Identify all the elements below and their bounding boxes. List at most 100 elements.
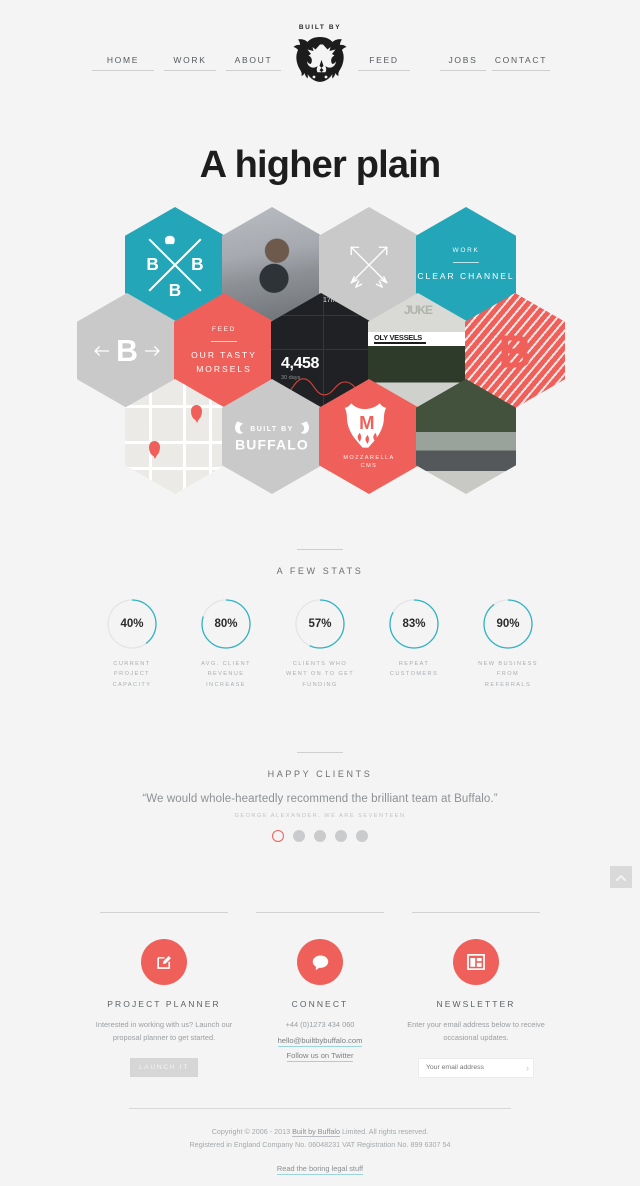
footer-cards: PROJECT PLANNER Interested in working wi… bbox=[0, 912, 640, 1078]
speech-bubble-icon[interactable] bbox=[297, 939, 343, 986]
stats-section: A FEW STATS 40% CURRENT PROJECT CAPACITY 8… bbox=[0, 549, 640, 690]
footer-divider bbox=[129, 1107, 511, 1109]
connect-email-link[interactable]: hello@builtbybuffalo.com bbox=[277, 1036, 363, 1047]
legal-link[interactable]: Read the boring legal stuff bbox=[276, 1164, 364, 1175]
main-navigation: HOME WORK ABOUT FEED JOBS CONTACT bbox=[0, 55, 640, 77]
svg-text:M: M bbox=[359, 412, 374, 433]
card-title: NEWSLETTER bbox=[436, 999, 516, 1010]
footer-card-newsletter: NEWSLETTER Enter your email address belo… bbox=[398, 912, 554, 1078]
copyright-line-1: Copyright © 2006 - 2013 Built by Buffalo… bbox=[0, 1125, 640, 1138]
card-body: Enter your email address below to receiv… bbox=[407, 1020, 545, 1042]
carousel-dot[interactable] bbox=[272, 830, 284, 843]
carousel-dot[interactable] bbox=[356, 830, 368, 843]
newsletter-form: › bbox=[418, 1057, 534, 1078]
hex-title-line2: CMS bbox=[360, 463, 378, 469]
mozzarella-crest-icon: M bbox=[344, 403, 387, 448]
stats-row: 40% CURRENT PROJECT CAPACITY 80% AVG. CLIEN… bbox=[0, 598, 640, 690]
built-by-label: BUILT BY bbox=[298, 24, 342, 31]
stat-ring: 90% bbox=[482, 598, 534, 650]
stat-item: 83% REPEAT CUSTOMERS bbox=[379, 598, 449, 690]
stat-value: 90% bbox=[496, 618, 520, 630]
svg-text:B: B bbox=[116, 335, 138, 368]
stat-item: 90% NEW BUSINESS FROM REFERRALS bbox=[473, 598, 543, 690]
stat-item: 57% CLIENTS WHO WENT ON TO GET FUNDING bbox=[285, 598, 355, 690]
svg-text:BUFFALO: BUFFALO bbox=[235, 436, 309, 452]
newsletter-email-input[interactable] bbox=[419, 1064, 522, 1072]
carousel-dot[interactable] bbox=[293, 830, 305, 843]
carousel-dots bbox=[0, 830, 640, 843]
stat-value: 83% bbox=[402, 618, 426, 630]
stat-item: 40% CURRENT PROJECT CAPACITY bbox=[97, 598, 167, 690]
hexagon-portfolio-grid: B B B WORK CLEAR CHANNEL B FEED OUR TAST… bbox=[0, 207, 640, 507]
card-divider bbox=[256, 912, 384, 914]
card-title: PROJECT PLANNER bbox=[107, 999, 221, 1010]
stat-label: CLIENTS WHO WENT ON TO GET FUNDING bbox=[285, 661, 355, 688]
stat-ring: 80% bbox=[200, 598, 252, 650]
hex-divider bbox=[211, 341, 237, 343]
map-pin-icon bbox=[191, 405, 202, 420]
footer-card-project-planner: PROJECT PLANNER Interested in working wi… bbox=[86, 912, 242, 1078]
scroll-to-top-button[interactable] bbox=[610, 866, 632, 888]
svg-text:B: B bbox=[146, 254, 158, 274]
card-body: Interested in working with us? Launch ou… bbox=[95, 1020, 233, 1042]
copyright-post: Limited. All rights reserved. bbox=[339, 1126, 429, 1136]
site-header: BUILT BY HOME WORK ABOUT FEED JOBS CONTA… bbox=[0, 0, 640, 118]
map-pin-icon bbox=[149, 441, 160, 456]
card-divider bbox=[412, 912, 540, 914]
nav-item-home[interactable]: HOME bbox=[92, 55, 154, 71]
launch-it-button[interactable]: LAUNCH IT bbox=[130, 1057, 198, 1077]
hex-title-line1: MOZZARELLA bbox=[343, 455, 395, 462]
stat-value: 57% bbox=[308, 618, 332, 630]
stat-ring: 57% bbox=[294, 598, 346, 650]
nav-item-about[interactable]: ABOUT bbox=[226, 55, 281, 71]
hex-title: OUR TASTY MORSELS bbox=[191, 350, 257, 374]
stat-label: NEW BUSINESS FROM REFERRALS bbox=[478, 661, 538, 688]
stat-label: AVG. CLIENT REVENUE INCREASE bbox=[201, 661, 251, 688]
carousel-dot[interactable] bbox=[335, 830, 347, 843]
carousel-dot[interactable] bbox=[314, 830, 326, 843]
connect-phone: +44 (0)1273 434 060 bbox=[285, 1020, 355, 1030]
page-title: A higher plain bbox=[199, 144, 442, 186]
testimonial-section: HAPPY CLIENTS “We would whole-heartedly … bbox=[0, 752, 640, 843]
hex-eyebrow: FEED bbox=[211, 326, 237, 334]
hex-eyebrow: WORK bbox=[452, 246, 480, 254]
footer-card-connect: CONNECT +44 (0)1273 434 060 hello@builtb… bbox=[242, 912, 398, 1078]
section-divider bbox=[297, 752, 343, 754]
buffalo-horns-icon: BUILT BY BUFFALO bbox=[235, 420, 309, 452]
svg-text:B: B bbox=[191, 254, 203, 274]
crossed-arrows-icon bbox=[350, 246, 388, 288]
newsletter-submit-button[interactable]: › bbox=[522, 1063, 533, 1073]
stat-ring: 83% bbox=[388, 598, 440, 650]
stat-label: REPEAT CUSTOMERS bbox=[389, 661, 439, 678]
testimonial-quote: “We would whole-heartedly recommend the … bbox=[142, 793, 498, 806]
layout-grid-icon[interactable] bbox=[453, 939, 499, 986]
stat-value: 80% bbox=[214, 618, 238, 630]
connect-twitter-link[interactable]: Follow us on Twitter bbox=[286, 1051, 354, 1062]
card-divider bbox=[100, 912, 228, 914]
nav-item-jobs[interactable]: JOBS bbox=[440, 55, 486, 71]
stat-ring: 40% bbox=[106, 598, 158, 650]
nav-item-feed[interactable]: FEED bbox=[358, 55, 410, 71]
card-title: CONNECT bbox=[291, 999, 349, 1010]
stat-value: 40% bbox=[120, 618, 144, 630]
svg-text:BUILT BY: BUILT BY bbox=[250, 426, 293, 433]
svg-text:B: B bbox=[169, 279, 181, 299]
nav-item-contact[interactable]: CONTACT bbox=[492, 55, 550, 71]
poster-headline: OLY VESSELS bbox=[374, 333, 422, 342]
svg-text:B: B bbox=[498, 325, 531, 377]
chevron-up-icon bbox=[616, 874, 626, 881]
page-root: BUILT BY HOME WORK ABOUT FEED JOBS CONTA… bbox=[0, 0, 640, 1186]
testimonial-title: HAPPY CLIENTS bbox=[267, 769, 373, 780]
copyright-line-2: Registered in England Company No. 060482… bbox=[189, 1140, 451, 1150]
hex-title: CLEAR CHANNEL bbox=[417, 270, 515, 281]
nav-item-work[interactable]: WORK bbox=[164, 55, 216, 71]
hex-divider bbox=[453, 261, 479, 263]
bbb-cross-icon: B B B bbox=[146, 235, 204, 299]
analytics-number: 4,458 bbox=[281, 355, 320, 372]
stat-label: CURRENT PROJECT CAPACITY bbox=[112, 661, 152, 688]
copyright-company-link[interactable]: Built by Buffalo bbox=[292, 1126, 340, 1137]
compose-pencil-icon[interactable] bbox=[141, 939, 187, 986]
section-divider bbox=[297, 549, 343, 550]
testimonial-attribution: GEORGE ALEXANDER, WE ARE SEVENTEEN bbox=[234, 813, 406, 820]
stat-item: 80% AVG. CLIENT REVENUE INCREASE bbox=[191, 598, 261, 690]
